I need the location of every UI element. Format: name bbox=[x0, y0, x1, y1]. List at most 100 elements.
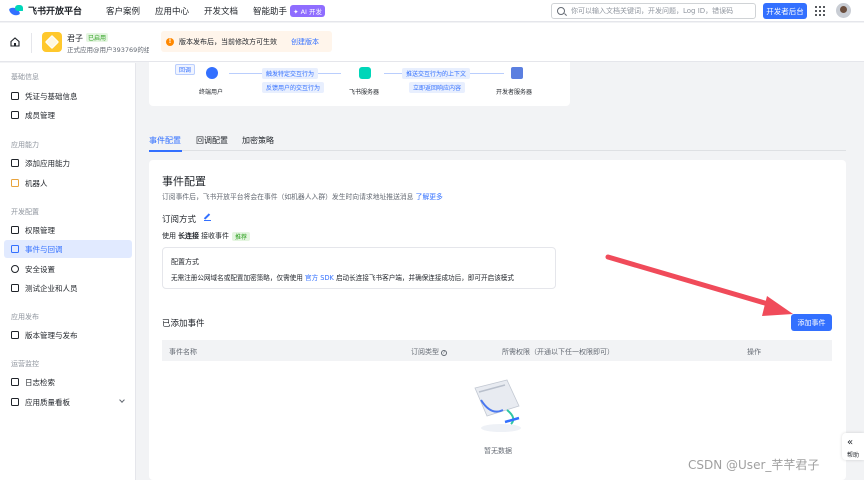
user-avatar[interactable] bbox=[836, 3, 851, 18]
permissions-icon bbox=[11, 226, 19, 234]
sidebar-item-log-search[interactable]: 日志检索 bbox=[4, 373, 132, 391]
node-dev-server: 开发者服务器 bbox=[496, 89, 533, 96]
app-description: 正式应用@用户393769的组织 bbox=[67, 46, 149, 54]
sidebar-item-label: 版本管理与发布 bbox=[25, 330, 78, 340]
sidebar-group-release: 应用发布 bbox=[11, 313, 39, 321]
added-events-title: 已添加事件 bbox=[162, 319, 205, 329]
empty-state-text: 暂无数据 bbox=[484, 447, 512, 455]
test-users-icon bbox=[11, 284, 19, 292]
sidebar-item-label: 事件与回调 bbox=[25, 244, 63, 254]
platform-logo[interactable]: 飞书开放平台 bbox=[8, 4, 94, 18]
sidebar-item-permissions[interactable]: 权限管理 bbox=[4, 221, 132, 239]
tab-event-config[interactable]: 事件配置 bbox=[149, 135, 181, 146]
home-icon[interactable] bbox=[10, 37, 20, 47]
sidebar-item-credentials[interactable]: 凭证与基础信息 bbox=[4, 87, 132, 105]
sidebar-item-members[interactable]: 成员管理 bbox=[4, 106, 132, 124]
help-side-tab[interactable]: « 帮助 bbox=[842, 433, 864, 460]
app-icon[interactable] bbox=[42, 32, 62, 52]
node-end-user: 终端用户 bbox=[199, 89, 224, 96]
th-label: 订阅类型 bbox=[411, 348, 439, 356]
collapse-chevron-icon: « bbox=[847, 437, 854, 448]
sidebar-item-events-callbacks[interactable]: 事件与回调 bbox=[4, 240, 132, 258]
sidebar-item-robot[interactable]: 机器人 bbox=[4, 174, 132, 192]
config-method-text: 无需注册公网域名或配置加密策略，仅需使用 官方 SDK 启动长连接飞书客户端，并… bbox=[171, 272, 514, 282]
events-icon bbox=[11, 245, 19, 253]
developer-console-button[interactable]: 开发者后台 bbox=[763, 3, 807, 19]
sidebar: 基础信息 凭证与基础信息 成员管理 应用能力 添加应用能力 机器人 开发配置 权… bbox=[0, 63, 136, 480]
sidebar-item-label: 应用质量看板 bbox=[25, 397, 70, 407]
nav-app-center[interactable]: 应用中心 bbox=[155, 5, 189, 17]
th-event-name: 事件名称 bbox=[169, 348, 197, 356]
sidebar-item-version-release[interactable]: 版本管理与发布 bbox=[4, 326, 132, 344]
arrow-label-push-context: 推送交互行为的上下文 bbox=[402, 68, 471, 79]
add-event-button[interactable]: 添加事件 bbox=[791, 314, 832, 331]
nav-dev-docs[interactable]: 开发文档 bbox=[204, 5, 238, 17]
shield-icon bbox=[11, 265, 19, 273]
sidebar-item-test-enterprise[interactable]: 测试企业和人员 bbox=[4, 279, 132, 297]
search-placeholder: 你可以输入文档关键词，开发问题，Log ID，错误码 bbox=[571, 7, 734, 15]
credentials-icon bbox=[11, 92, 19, 100]
edit-icon[interactable] bbox=[204, 214, 211, 221]
robot-icon bbox=[11, 179, 19, 187]
sidebar-item-label: 日志检索 bbox=[25, 377, 55, 387]
notice-text: 版本发布后，当前修改方可生效 bbox=[179, 37, 277, 46]
feishu-logo-icon bbox=[8, 5, 23, 18]
nav-customer-cases[interactable]: 客户案例 bbox=[106, 5, 140, 17]
mode-prefix: 使用 bbox=[162, 232, 176, 240]
logo-text: 飞书开放平台 bbox=[28, 7, 83, 17]
divider bbox=[31, 33, 32, 53]
flow-tag: 回调 bbox=[175, 64, 196, 75]
config-method-title: 配置方式 bbox=[171, 258, 199, 266]
sidebar-item-label: 成员管理 bbox=[25, 110, 55, 120]
apps-grid-icon[interactable] bbox=[815, 6, 825, 16]
tab-callback-config[interactable]: 回调配置 bbox=[196, 135, 228, 146]
create-version-link[interactable]: 创建版本 bbox=[291, 37, 319, 47]
config-method-box: 配置方式 无需注册公网域名或配置加密策略，仅需使用 官方 SDK 启动长连接飞书… bbox=[162, 247, 556, 289]
sidebar-group-monitoring: 运营监控 bbox=[11, 360, 39, 368]
empty-state-illustration bbox=[474, 379, 521, 432]
event-config-description: 订阅事件后，飞书开放平台将会在事件（如机器人入群）发生时向请求地址推送消息 了解… bbox=[162, 191, 443, 201]
th-required-permissions: 所需权限（开通以下任一权限即可） bbox=[502, 348, 614, 356]
subscribe-mode-title: 订阅方式 bbox=[162, 215, 197, 225]
sidebar-item-label: 添加应用能力 bbox=[25, 158, 70, 168]
nav-smart-assistant[interactable]: 智能助手 bbox=[253, 5, 287, 17]
sidebar-item-label: 权限管理 bbox=[25, 225, 55, 235]
app-name: 君子 bbox=[67, 34, 83, 43]
tab-encryption[interactable]: 加密策略 bbox=[242, 135, 274, 146]
learn-more-link[interactable]: 了解更多 bbox=[416, 193, 443, 201]
app-header: 君子 已启用 正式应用@用户393769的组织 ! 版本发布后，当前修改方可生效… bbox=[0, 23, 864, 62]
sidebar-item-quality-board[interactable]: 应用质量看板 bbox=[4, 393, 132, 411]
version-icon bbox=[11, 331, 19, 339]
node-feishu-server: 飞书服务器 bbox=[349, 89, 380, 96]
sidebar-group-app-capability: 应用能力 bbox=[11, 141, 39, 149]
sidebar-item-label: 机器人 bbox=[25, 178, 48, 188]
sidebar-group-dev-config: 开发配置 bbox=[11, 208, 39, 216]
sidebar-group-basic-info: 基础信息 bbox=[11, 73, 39, 81]
search-icon bbox=[557, 7, 565, 15]
active-tab-indicator bbox=[149, 150, 182, 152]
sidebar-item-add-capability[interactable]: 添加应用能力 bbox=[4, 154, 132, 172]
help-icon[interactable]: ? bbox=[441, 350, 447, 356]
events-table-header: 事件名称 订阅类型? 所需权限（开通以下任一权限即可） 操作 bbox=[162, 340, 832, 361]
sidebar-item-security[interactable]: 安全设置 bbox=[4, 260, 132, 278]
th-subscription-type: 订阅类型? bbox=[411, 347, 447, 357]
page-title: 事件配置 bbox=[162, 175, 206, 188]
chevron-down-icon bbox=[119, 397, 125, 403]
sidebar-item-label: 凭证与基础信息 bbox=[25, 91, 78, 101]
doc-search-input[interactable]: 你可以输入文档关键词，开发问题，Log ID，错误码 bbox=[551, 3, 756, 19]
dashboard-icon bbox=[11, 398, 19, 406]
version-notice-banner: ! 版本发布后，当前修改方可生效 创建版本 bbox=[161, 31, 332, 52]
dev-server-icon bbox=[511, 67, 523, 79]
log-icon bbox=[11, 378, 19, 386]
add-capability-icon bbox=[11, 159, 19, 167]
event-config-card: 事件配置 订阅事件后，飞书开放平台将会在事件（如机器人入群）发生时向请求地址推送… bbox=[149, 160, 846, 480]
ai-dev-badge: ✦ AI 开发 bbox=[290, 4, 326, 17]
desc-text: 订阅事件后，飞书开放平台将会在事件（如机器人入群）发生时向请求地址推送消息 bbox=[162, 193, 414, 201]
arrow-label-return: 立即返回响应内容 bbox=[409, 82, 466, 93]
main-nav: 客户案例 应用中心 开发文档 智能助手 ✦ AI 开发 bbox=[106, 4, 326, 17]
mode-suffix: 接收事件 bbox=[201, 232, 229, 240]
official-sdk-link[interactable]: 官方 SDK bbox=[305, 274, 334, 282]
watermark: CSDN @User_芊芊君子 bbox=[688, 458, 820, 472]
feishu-server-icon bbox=[359, 67, 371, 79]
help-label: 帮助 bbox=[847, 452, 860, 459]
